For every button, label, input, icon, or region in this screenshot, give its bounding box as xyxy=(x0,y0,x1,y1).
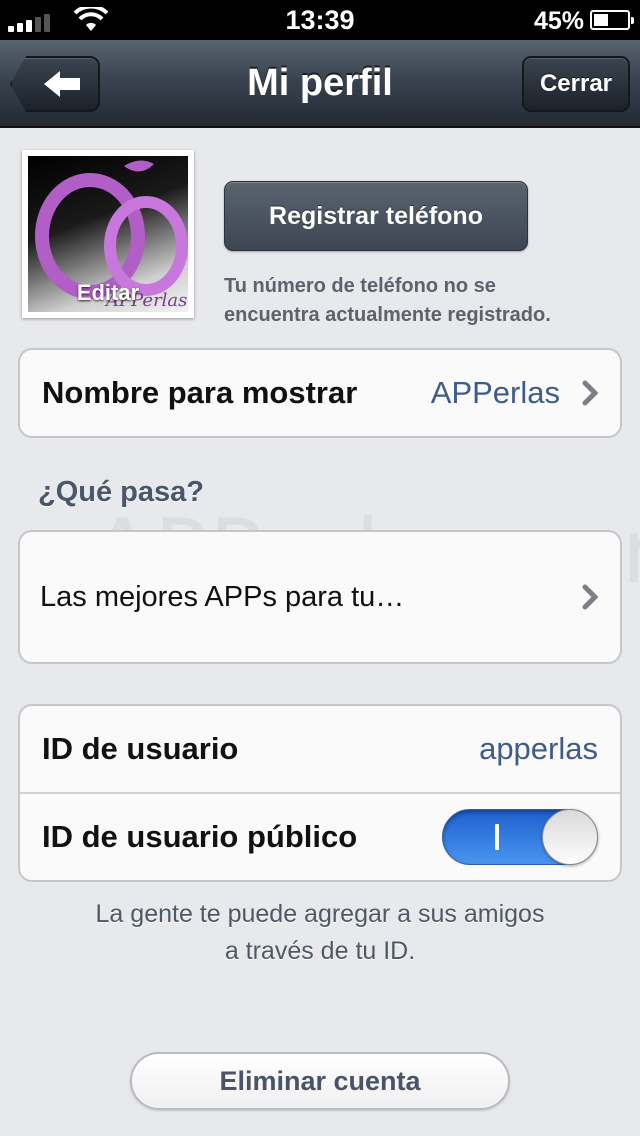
display-name-label: Nombre para mostrar xyxy=(42,375,358,410)
id-note-line2: a través de tu ID. xyxy=(224,937,416,965)
chevron-right-icon xyxy=(582,380,598,406)
display-name-group: Nombre para mostrar APPerlas xyxy=(18,348,622,438)
toggle-on-mark xyxy=(495,824,499,850)
close-button[interactable]: Cerrar xyxy=(522,56,630,112)
id-note-line1: La gente te puede agregar a sus amigos xyxy=(95,900,545,928)
phone-note-line1: Tu número de teléfono no se xyxy=(224,275,496,297)
phone-not-registered-note: Tu número de teléfono no se encuentra ac… xyxy=(224,272,624,330)
battery-icon xyxy=(590,10,634,30)
status-message-cell[interactable]: Las mejores APPs para tu… xyxy=(20,532,620,662)
display-name-value: APPerlas xyxy=(430,375,560,410)
status-message-text: Las mejores APPs para tu… xyxy=(40,580,405,613)
whats-up-header: ¿Qué pasa? xyxy=(38,476,204,508)
user-id-group: ID de usuario apperlas ID de usuario púb… xyxy=(18,704,622,882)
user-id-explanation: La gente te puede agregar a sus amigos a… xyxy=(0,896,640,970)
chevron-right-icon xyxy=(582,584,598,610)
user-id-label: ID de usuario xyxy=(42,731,239,766)
avatar-image: APPerlas Editar xyxy=(28,156,188,312)
user-id-value: apperlas xyxy=(479,731,598,766)
avatar-edit-label[interactable]: Editar xyxy=(28,280,188,306)
public-user-id-cell: ID de usuario público xyxy=(20,792,620,880)
delete-account-button[interactable]: Eliminar cuenta xyxy=(130,1052,510,1110)
register-phone-button[interactable]: Registrar teléfono xyxy=(224,181,528,251)
phone-note-line2: encuentra actualmente registrado. xyxy=(224,304,551,326)
public-user-id-label: ID de usuario público xyxy=(42,819,358,854)
status-message-group: Las mejores APPs para tu… xyxy=(18,530,622,664)
status-bar: 13:39 45% xyxy=(0,0,640,40)
battery-percent: 45% xyxy=(533,7,584,35)
public-user-id-toggle[interactable] xyxy=(442,809,598,865)
display-name-cell[interactable]: Nombre para mostrar APPerlas xyxy=(20,350,620,436)
avatar[interactable]: APPerlas Editar xyxy=(22,150,194,318)
navigation-bar: Mi perfil Cerrar xyxy=(0,40,640,128)
toggle-knob[interactable] xyxy=(542,809,598,865)
user-id-cell: ID de usuario apperlas xyxy=(20,706,620,792)
